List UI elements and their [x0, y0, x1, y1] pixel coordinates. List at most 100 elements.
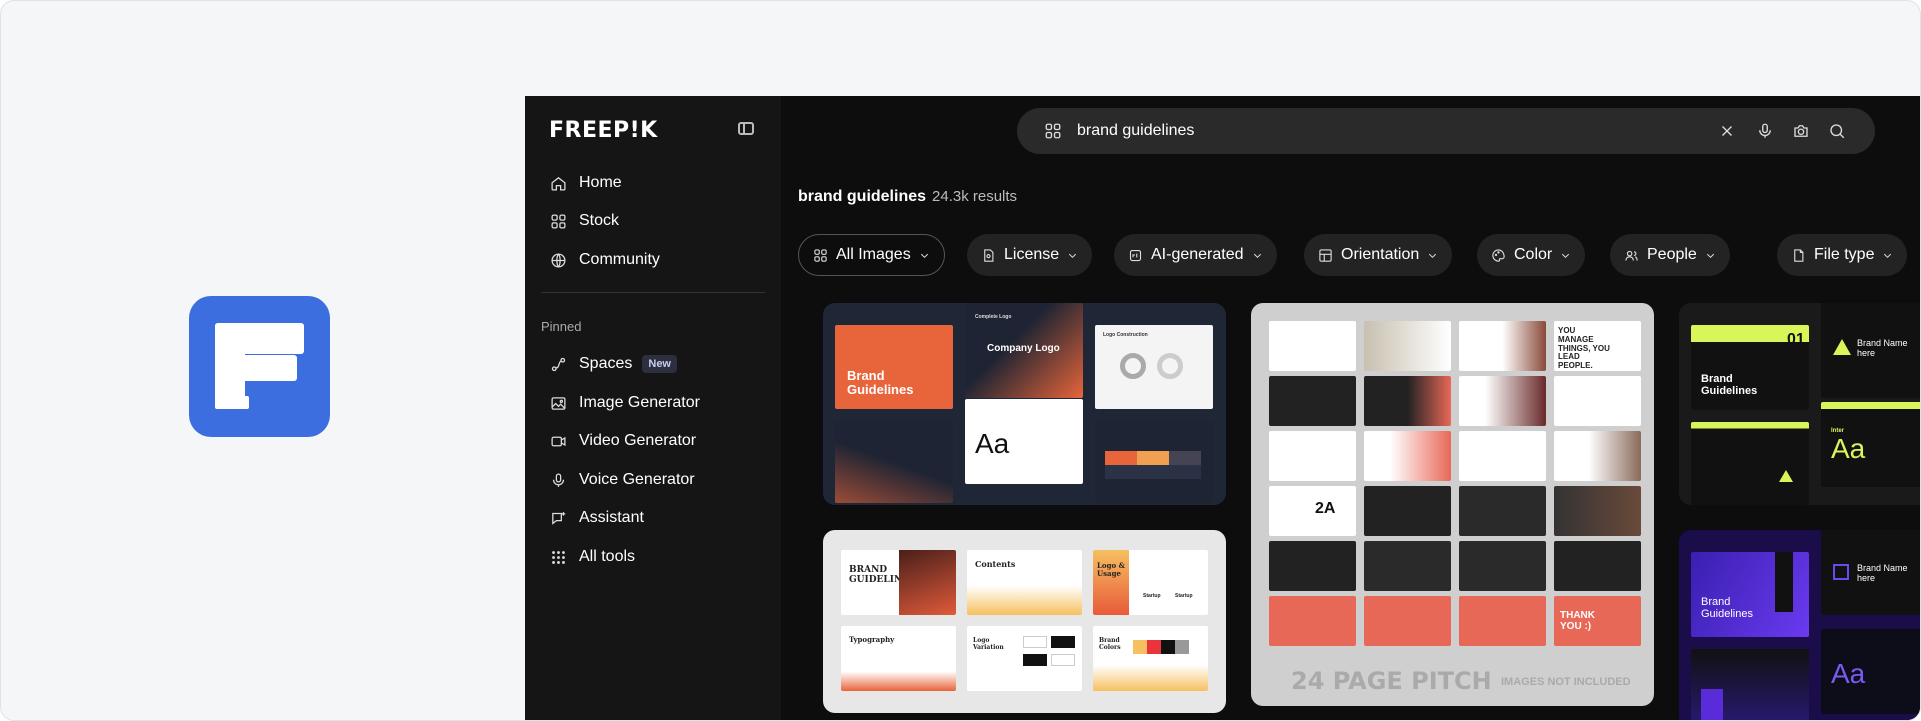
card-title: BRAND GUIDELINE	[849, 565, 910, 585]
microphone-icon[interactable]	[1755, 121, 1775, 141]
card-title: Logo Variation	[973, 637, 1004, 651]
thumbnail: Aa	[965, 399, 1083, 484]
freepik-logo[interactable]: FREEP!K	[549, 118, 658, 143]
filter-file-type[interactable]: File type	[1777, 234, 1908, 276]
thumbnail: Logo Construction	[1095, 325, 1213, 409]
thumbnail	[835, 421, 953, 503]
card-label: Startup	[1175, 593, 1193, 599]
thumbnail: Typography	[841, 626, 956, 691]
sidebar-item-image-generator[interactable]: Image Generator	[541, 386, 765, 420]
camera-icon[interactable]	[1791, 121, 1811, 141]
card-label: Logo Construction	[1103, 332, 1148, 338]
filter-orientation[interactable]: Orientation	[1304, 234, 1453, 276]
desktop-background: FREEP!K Home Stock Community Pinned Spac…	[0, 0, 1921, 721]
search-bar[interactable]	[1017, 108, 1875, 154]
sidebar-divider	[541, 292, 765, 293]
home-icon	[549, 174, 567, 192]
thumbnail: Aa	[1821, 629, 1920, 714]
sidebar-item-label: All tools	[579, 548, 636, 565]
thumbnail: Brand Guidelines	[1691, 552, 1809, 637]
filter-label: License	[1004, 246, 1060, 263]
type-sample: Aa	[975, 428, 1010, 459]
pitch-grid: YOU MANAGE THINGS, YOU LEAD PEOPLE. 2A T…	[1269, 321, 1641, 661]
sidebar-item-voice-generator[interactable]: Voice Generator	[541, 463, 765, 497]
grid-icon	[814, 248, 827, 262]
card-logo-text: Company Logo	[987, 343, 1060, 354]
filter-label: Orientation	[1341, 246, 1420, 263]
thumbnail: 01 Brand Guidelines	[1691, 325, 1809, 410]
card-title: Brand Guidelines	[1701, 596, 1753, 621]
filter-people[interactable]: People	[1610, 234, 1730, 276]
filter-license[interactable]: License	[967, 234, 1093, 276]
card-label: Startup	[1143, 593, 1161, 599]
card-title: Logo & Usage	[1097, 561, 1125, 578]
filter-label: All Images	[836, 246, 911, 263]
sidebar-item-label: Assistant	[579, 509, 644, 526]
sidebar-item-all-tools[interactable]: All tools	[541, 540, 765, 574]
filter-all-images[interactable]: All Images	[798, 234, 945, 276]
result-card-brand-guideline-light[interactable]: BRAND GUIDELINE Contents Logo & Usage St…	[823, 530, 1226, 713]
sidebar-item-label: Voice Generator	[579, 471, 695, 488]
type-sample: Aa	[1831, 433, 1866, 464]
assistant-icon	[549, 509, 567, 527]
chevron-down-icon	[1429, 253, 1437, 258]
thumbnail	[1691, 422, 1809, 505]
slide-headline: YOU MANAGE THINGS, YOU LEAD PEOPLE.	[1558, 326, 1610, 371]
sidebar-item-label: Home	[579, 174, 622, 191]
result-card-brand-guidelines-lime[interactable]: 01 Brand Guidelines Brand Name here Inte…	[1679, 303, 1920, 505]
new-badge: New	[642, 355, 677, 373]
thumbnail: Brand Guidelines	[835, 325, 953, 409]
image-search-type-icon[interactable]	[1043, 121, 1063, 141]
spaces-icon	[549, 355, 567, 373]
chevron-down-icon	[1884, 253, 1892, 258]
sidebar-item-label: Spaces	[579, 355, 633, 372]
clear-icon[interactable]	[1717, 121, 1737, 141]
sidebar-toggle-icon[interactable]	[738, 122, 754, 135]
palette-icon	[1492, 248, 1505, 262]
thumbnail: BRAND GUIDELINE	[841, 550, 956, 615]
sidebar-item-video-generator[interactable]: Video Generator	[541, 424, 765, 458]
slide-text: 2A	[1315, 500, 1336, 517]
result-card-24-page-pitch[interactable]: YOU MANAGE THINGS, YOU LEAD PEOPLE. 2A T…	[1251, 303, 1654, 706]
thumbnail: Brand Name here	[1821, 530, 1920, 615]
result-card-brand-guidelines-purple[interactable]: Brand Guidelines Brand Name here Aa	[1679, 530, 1920, 720]
search-icon[interactable]	[1827, 121, 1847, 141]
search-input[interactable]	[1077, 116, 1637, 146]
freepik-app-icon[interactable]	[189, 296, 330, 437]
video-icon	[549, 432, 567, 450]
card-label: Complete Logo	[975, 314, 1012, 320]
sidebar-item-label: Community	[579, 251, 660, 268]
sidebar-item-stock[interactable]: Stock	[541, 204, 765, 238]
sidebar-item-community[interactable]: Community	[541, 243, 765, 277]
filter-label: Color	[1514, 246, 1553, 263]
sidebar-item-label: Image Generator	[579, 394, 700, 411]
card-title: Typography	[849, 635, 895, 644]
ai-icon	[1129, 249, 1142, 261]
thumbnail	[1691, 649, 1809, 720]
results-count: 24.3k results	[932, 188, 1018, 205]
freepik-window: FREEP!K Home Stock Community Pinned Spac…	[525, 96, 1920, 720]
thumbnail: Complete Logo Company Logo	[965, 303, 1083, 398]
chevron-down-icon	[1562, 253, 1570, 258]
card-title: Brand Guidelines	[1701, 373, 1758, 398]
filter-label: File type	[1814, 246, 1875, 263]
card-title: Brand Colors	[1099, 637, 1121, 651]
result-card-brand-guidelines-orange[interactable]: Brand Guidelines Complete Logo Company L…	[823, 303, 1226, 505]
image-icon	[549, 394, 567, 412]
chevron-down-icon	[1253, 253, 1261, 258]
filter-label: People	[1647, 246, 1697, 263]
card-note: IMAGES NOT INCLUDED	[1501, 676, 1631, 688]
sidebar-item-label: Video Generator	[579, 432, 697, 449]
filter-label: AI-generated	[1151, 246, 1244, 263]
sidebar-item-spaces[interactable]: Spaces New	[541, 347, 765, 381]
thumbnail: Brand Colors	[1093, 626, 1208, 691]
filter-ai-generated[interactable]: AI-generated	[1114, 234, 1277, 276]
sidebar-item-home[interactable]: Home	[541, 166, 765, 200]
globe-icon	[549, 251, 567, 269]
card-title: Contents	[975, 559, 1016, 569]
sidebar-item-assistant[interactable]: Assistant	[541, 501, 765, 535]
card-caption: 24 PAGE PITCH	[1291, 667, 1492, 695]
type-sample: Aa	[1831, 658, 1866, 689]
filter-color[interactable]: Color	[1477, 234, 1586, 276]
thumbnail: Contents	[967, 550, 1082, 615]
